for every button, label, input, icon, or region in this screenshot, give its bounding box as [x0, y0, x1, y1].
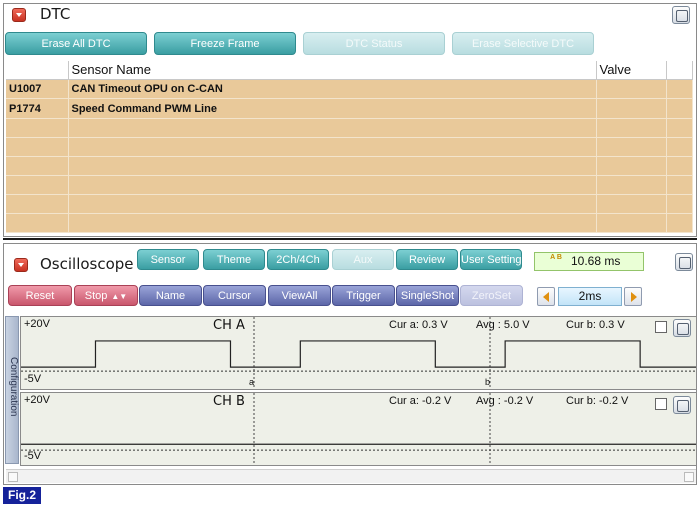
- empty-row: [6, 137, 693, 158]
- empty-row: [6, 118, 693, 139]
- zero-set-button[interactable]: ZeroSet: [460, 285, 523, 306]
- dtc-valve-cell: [596, 98, 667, 120]
- channel-a-y-max-label: +20V: [24, 318, 50, 330]
- dtc-table: Sensor Name Valve U1007 CAN Timeout OPU …: [6, 61, 693, 233]
- arrow-right-icon: [631, 292, 637, 302]
- dtc-title: DTC: [40, 5, 71, 23]
- stop-button[interactable]: Stop ▲▼: [74, 285, 138, 306]
- time-scale-increase-button[interactable]: [624, 287, 642, 306]
- dtc-name-cell: Speed Command PWM Line: [68, 98, 597, 120]
- channel-a-window-icon[interactable]: [673, 319, 691, 337]
- dtc-status-button[interactable]: DTC Status: [303, 32, 445, 55]
- channel-a-cur-b: Cur b: 0.3 V: [566, 319, 625, 331]
- channel-a-y-min-label: -5V: [24, 373, 42, 385]
- review-button[interactable]: Review: [396, 249, 458, 270]
- aux-button[interactable]: Aux: [332, 249, 394, 270]
- dtc-name-cell: CAN Timeout OPU on C-CAN: [68, 79, 597, 100]
- channel-b-avg: Avg : -0.2 V: [476, 395, 534, 407]
- channel-b-name: CH B: [213, 394, 245, 409]
- single-shot-button[interactable]: SingleShot: [396, 285, 459, 306]
- column-header-spacer: [666, 61, 693, 80]
- dtc-spacer-cell: [666, 79, 693, 100]
- table-row[interactable]: U1007 CAN Timeout OPU on C-CAN: [6, 79, 693, 100]
- oscilloscope-panel: Oscilloscope Sensor Theme 2Ch/4Ch Aux Re…: [3, 243, 697, 485]
- erase-selective-dtc-button[interactable]: Erase Selective DTC: [452, 32, 594, 55]
- channel-b-window-icon[interactable]: [673, 396, 691, 414]
- erase-all-dtc-button[interactable]: Erase All DTC: [5, 32, 147, 55]
- horizontal-scrollbar[interactable]: [6, 469, 696, 483]
- column-header-code[interactable]: [6, 61, 69, 80]
- channel-b-y-max-label: +20V: [24, 394, 50, 406]
- dtc-table-header: Sensor Name Valve: [6, 61, 693, 80]
- channel-b-cur-a: Cur a: -0.2 V: [389, 395, 452, 407]
- channel-a-cur-a: Cur a: 0.3 V: [389, 319, 448, 331]
- dtc-panel: DTC Erase All DTC Freeze Frame DTC Statu…: [3, 3, 697, 237]
- oscilloscope-window-icon[interactable]: [675, 253, 693, 271]
- dtc-code-cell: P1774: [6, 98, 69, 120]
- updown-icon: ▲▼: [111, 292, 128, 301]
- channel-a-avg: Avg : 5.0 V: [476, 319, 530, 331]
- dtc-code-cell: U1007: [6, 79, 69, 100]
- dtc-spacer-cell: [666, 98, 693, 120]
- dtc-window-icon[interactable]: [672, 6, 690, 24]
- column-header-sensor-name[interactable]: Sensor Name: [68, 61, 597, 80]
- dtc-valve-cell: [596, 79, 667, 100]
- cursor-a-label: a: [249, 377, 255, 387]
- channel-b-plot[interactable]: +20V -5V CH B Cur a: -0.2 V Avg : -0.2 V…: [20, 392, 697, 466]
- empty-row: [6, 194, 693, 215]
- table-row[interactable]: P1774 Speed Command PWM Line: [6, 98, 693, 120]
- cursor-delta-icon: A B: [550, 254, 562, 261]
- scroll-left-icon[interactable]: [8, 472, 18, 482]
- theme-button[interactable]: Theme: [203, 249, 265, 270]
- configuration-side-tab[interactable]: Configuration: [5, 316, 19, 464]
- channel-a-checkbox[interactable]: [655, 321, 667, 333]
- reset-button[interactable]: Reset: [8, 285, 72, 306]
- channel-b-y-min-label: -5V: [24, 450, 42, 462]
- cursor-b-label: b: [485, 377, 491, 387]
- 2ch-4ch-button[interactable]: 2Ch/4Ch: [267, 249, 329, 270]
- cursor-button[interactable]: Cursor: [203, 285, 266, 306]
- name-button[interactable]: Name: [139, 285, 202, 306]
- trigger-button[interactable]: Trigger: [332, 285, 395, 306]
- time-readout: A B 10.68 ms: [534, 252, 644, 271]
- user-setting-button[interactable]: User Setting: [460, 249, 522, 270]
- oscilloscope-title: Oscilloscope: [40, 255, 134, 273]
- empty-row: [6, 213, 693, 233]
- panel-divider: [3, 238, 697, 240]
- arrow-left-icon: [543, 292, 549, 302]
- dtc-collapse-icon[interactable]: [12, 8, 26, 22]
- column-header-valve[interactable]: Valve: [596, 61, 667, 80]
- freeze-frame-button[interactable]: Freeze Frame: [154, 32, 296, 55]
- configuration-tab-label: Configuration: [8, 357, 19, 417]
- channel-b-cur-b: Cur b: -0.2 V: [566, 395, 629, 407]
- stop-button-label: Stop: [84, 290, 108, 302]
- channel-a-plot[interactable]: +20V -5V CH A Cur a: 0.3 V Avg : 5.0 V C…: [20, 316, 697, 390]
- figure-label: Fig.2: [3, 487, 41, 504]
- time-readout-value: 10.68 ms: [571, 254, 621, 268]
- channel-b-checkbox[interactable]: [655, 398, 667, 410]
- oscilloscope-collapse-icon[interactable]: [14, 258, 28, 272]
- empty-row: [6, 175, 693, 196]
- scroll-right-icon[interactable]: [684, 472, 694, 482]
- sensor-button[interactable]: Sensor: [137, 249, 199, 270]
- time-scale-value: 2ms: [558, 287, 622, 306]
- channel-a-trace: [21, 340, 696, 368]
- empty-row: [6, 156, 693, 177]
- channel-a-name: CH A: [213, 318, 245, 333]
- time-scale-decrease-button[interactable]: [537, 287, 555, 306]
- view-all-button[interactable]: ViewAll: [268, 285, 331, 306]
